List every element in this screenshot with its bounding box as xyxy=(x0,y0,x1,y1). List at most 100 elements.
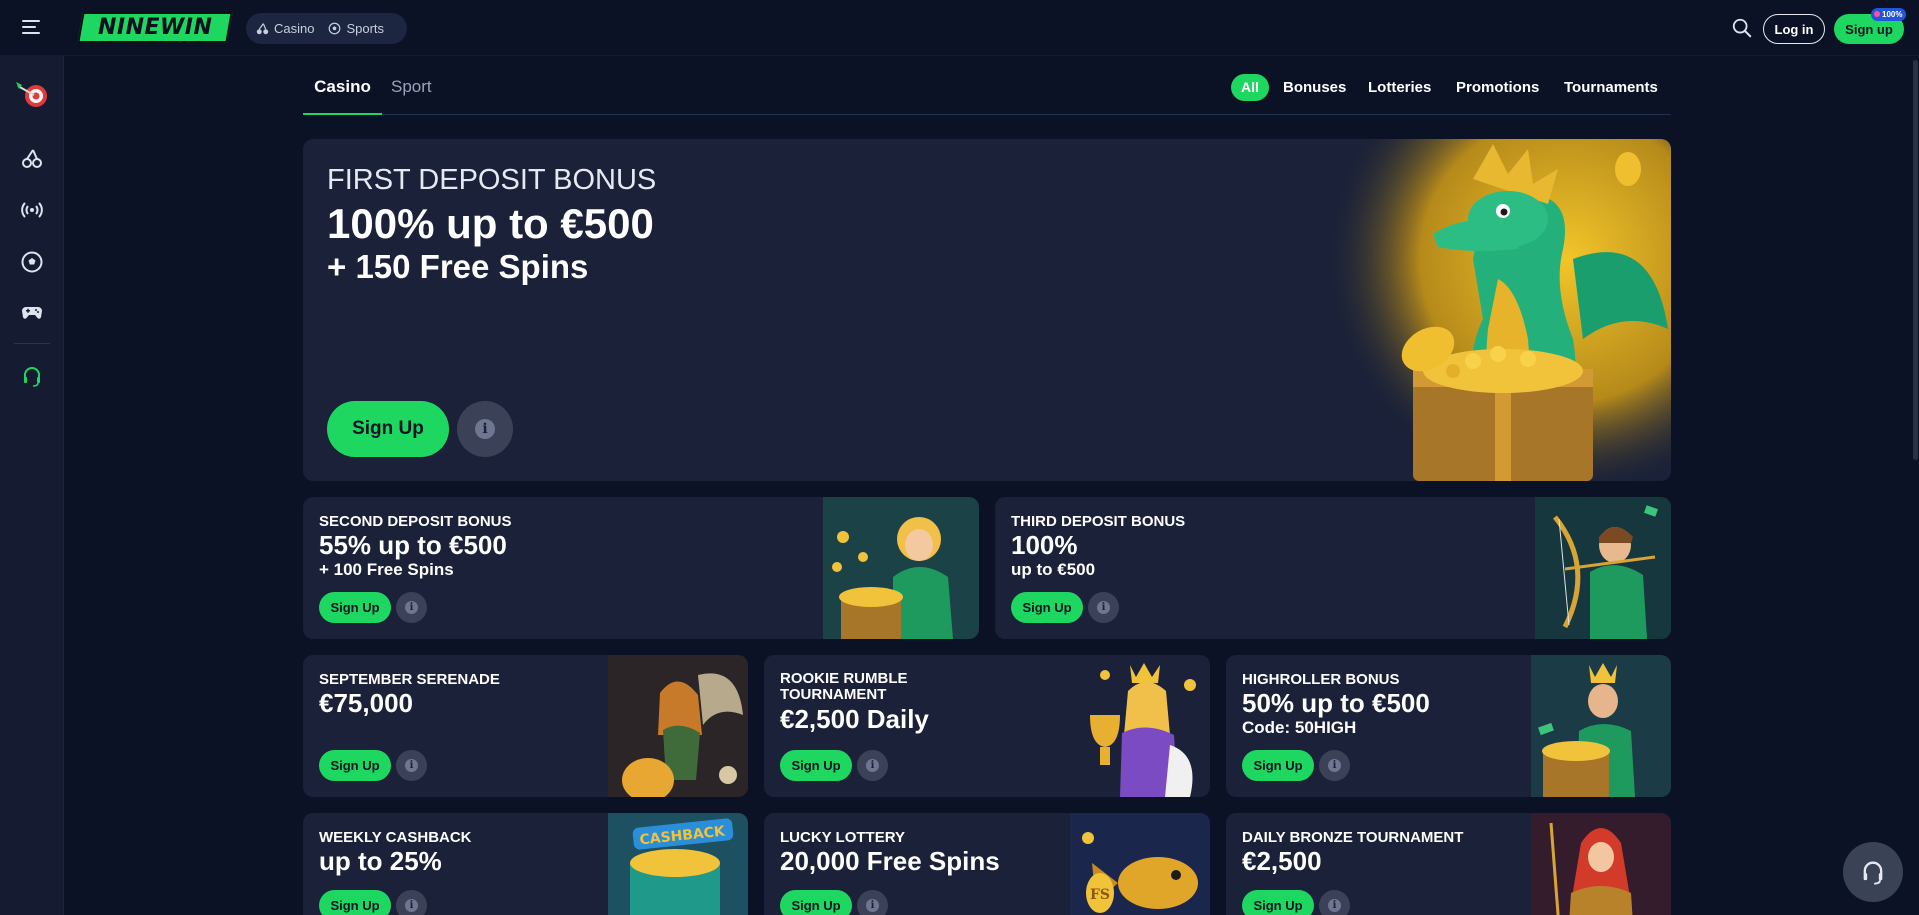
promo-signup-button[interactable]: Sign Up xyxy=(780,890,852,915)
fairy-harp-illustration xyxy=(608,655,748,797)
promo-info-button[interactable]: i xyxy=(1319,890,1350,915)
promo-info-button[interactable]: i xyxy=(396,890,427,915)
search-icon[interactable] xyxy=(1731,17,1753,39)
live-broadcast-icon xyxy=(21,202,43,218)
promo-main: 100% xyxy=(1011,530,1078,560)
promo-card: LUCKY LOTTERY 20,000 Free Spins Sign Up … xyxy=(764,813,1210,915)
mode-casino[interactable]: Casino xyxy=(256,21,314,36)
promo-signup-button[interactable]: Sign Up xyxy=(319,592,391,623)
promo-sub: Code: 50HIGH xyxy=(1242,718,1357,737)
promo-card: THIRD DEPOSIT BONUS 100% up to €500 Sign… xyxy=(995,497,1671,639)
sidebar-item-casino[interactable] xyxy=(20,146,44,170)
info-icon: i xyxy=(1097,601,1110,614)
promo-card: ROOKIE RUMBLE TOURNAMENT €2,500 Daily Si… xyxy=(764,655,1210,797)
filter-bonuses[interactable]: Bonuses xyxy=(1283,74,1346,101)
promo-info-button[interactable]: i xyxy=(857,890,888,915)
promo-title: WEEKLY CASHBACK xyxy=(319,829,472,846)
filter-tournaments[interactable]: Tournaments xyxy=(1564,74,1658,101)
signup-badge: 100% xyxy=(1871,8,1907,21)
cashback-chest-illustration: CASHBACK xyxy=(608,813,748,915)
support-chat-button[interactable] xyxy=(1843,842,1903,902)
info-icon: i xyxy=(866,759,879,772)
promo-title: SECOND DEPOSIT BONUS xyxy=(319,513,512,530)
promo-sub: + 100 Free Spins xyxy=(319,560,454,579)
logo[interactable]: NINEWIN xyxy=(77,12,233,43)
tab-sport[interactable]: Sport xyxy=(391,72,443,115)
heroine-treasure-illustration xyxy=(823,497,979,639)
sidebar-item-games[interactable] xyxy=(20,300,44,324)
promo-info-button[interactable]: i xyxy=(857,750,888,781)
info-icon: i xyxy=(405,601,418,614)
promo-main: €75,000 xyxy=(319,688,413,718)
promo-card: HIGHROLLER BONUS 50% up to €500 Code: 50… xyxy=(1226,655,1671,797)
hero-title: FIRST DEPOSIT BONUS xyxy=(327,164,657,196)
promo-signup-button[interactable]: Sign Up xyxy=(780,750,852,781)
promo-title: DAILY BRONZE TOURNAMENT xyxy=(1242,829,1464,846)
promo-info-button[interactable]: i xyxy=(396,750,427,781)
promo-main: 20,000 Free Spins xyxy=(780,846,1000,876)
archer-illustration xyxy=(1535,497,1671,639)
promo-title: LUCKY LOTTERY xyxy=(780,829,906,846)
promo-info-button[interactable]: i xyxy=(1088,592,1119,623)
headset-support-icon xyxy=(24,367,40,387)
promo-sub: up to €500 xyxy=(1011,560,1096,579)
gift-icon xyxy=(1874,11,1880,17)
sidebar xyxy=(0,56,64,915)
promo-signup-button[interactable]: Sign Up xyxy=(1011,592,1083,623)
hero-signup-button[interactable]: Sign Up xyxy=(327,401,449,457)
queen-trophy-illustration xyxy=(1090,663,1196,797)
signup-badge-text: 100% xyxy=(1882,10,1903,19)
info-icon: i xyxy=(1328,759,1341,772)
golden-fish-illustration: FS xyxy=(1070,813,1210,915)
hero-info-button[interactable]: i xyxy=(457,401,513,457)
promo-main: 50% up to €500 xyxy=(1242,688,1430,718)
hero-banner: FIRST DEPOSIT BONUS 100% up to €500 + 15… xyxy=(303,139,1671,481)
info-icon: i xyxy=(1328,899,1341,912)
mode-switch: Casino Sports xyxy=(246,13,407,44)
promo-main: 55% up to €500 xyxy=(319,530,507,560)
promo-info-button[interactable]: i xyxy=(1319,750,1350,781)
promo-card: DAILY BRONZE TOURNAMENT €2,500 Sign Up i xyxy=(1226,813,1671,915)
promo-title: SEPTEMBER SERENADE xyxy=(319,671,500,688)
filter-promotions[interactable]: Promotions xyxy=(1456,74,1539,101)
filter-all[interactable]: All xyxy=(1231,74,1269,101)
promo-info-button[interactable]: i xyxy=(396,592,427,623)
info-icon: i xyxy=(405,759,418,772)
promo-signup-button[interactable]: Sign Up xyxy=(1242,890,1314,915)
fire-warrior-illustration xyxy=(1531,813,1671,915)
promo-card: SEPTEMBER SERENADE €75,000 Sign Up i xyxy=(303,655,748,797)
mode-sports[interactable]: Sports xyxy=(328,21,384,36)
promo-title: HIGHROLLER BONUS xyxy=(1242,671,1400,688)
info-icon: i xyxy=(475,419,495,439)
gamepad-icon xyxy=(22,307,42,319)
sidebar-divider xyxy=(14,343,50,344)
login-button[interactable]: Log in xyxy=(1763,14,1825,44)
page-scrollbar[interactable] xyxy=(1913,60,1918,460)
cherries-icon xyxy=(22,149,42,168)
sidebar-item-live[interactable] xyxy=(20,198,44,222)
filter-lotteries[interactable]: Lotteries xyxy=(1368,74,1431,101)
top-bar: NINEWIN Casino Sports Log in Sign up 100… xyxy=(0,0,1919,56)
fs-art-label: FS xyxy=(1090,887,1110,903)
hero-line-2: + 150 Free Spins xyxy=(327,248,589,285)
promo-title: ROOKIE RUMBLE TOURNAMENT xyxy=(780,670,908,703)
promo-card: WEEKLY CASHBACK up to 25% Sign Up i CASH… xyxy=(303,813,748,915)
info-icon: i xyxy=(405,899,418,912)
soccer-ball-icon xyxy=(21,251,43,273)
dart-target-icon[interactable] xyxy=(14,76,50,112)
sidebar-item-support[interactable] xyxy=(20,364,44,388)
promo-signup-button[interactable]: Sign Up xyxy=(319,890,391,915)
tab-casino[interactable]: Casino xyxy=(303,72,382,115)
menu-icon[interactable] xyxy=(22,20,40,34)
promo-signup-button[interactable]: Sign Up xyxy=(319,750,391,781)
promo-main: up to 25% xyxy=(319,846,442,876)
subnav-divider xyxy=(303,114,1671,115)
promo-main: €2,500 xyxy=(1242,846,1322,876)
promo-signup-button[interactable]: Sign Up xyxy=(1242,750,1314,781)
king-treasure-illustration xyxy=(1531,655,1671,797)
sidebar-item-sports[interactable] xyxy=(20,250,44,274)
headset-icon xyxy=(1863,861,1883,885)
promo-card: SECOND DEPOSIT BONUS 55% up to €500 + 10… xyxy=(303,497,979,639)
promo-title: THIRD DEPOSIT BONUS xyxy=(1011,513,1186,530)
mode-casino-label: Casino xyxy=(274,21,315,36)
